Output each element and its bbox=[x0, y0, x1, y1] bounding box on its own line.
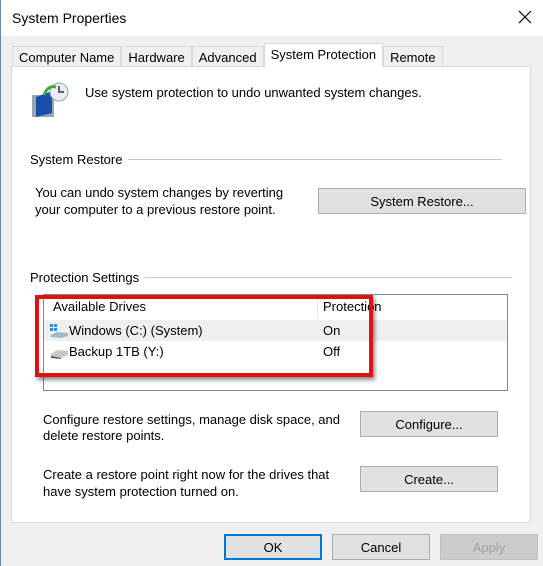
column-divider bbox=[317, 295, 318, 318]
ok-button[interactable]: OK bbox=[224, 534, 322, 560]
system-protection-icon bbox=[32, 82, 69, 117]
tab-panel: Use system protection to undo unwanted s… bbox=[11, 66, 531, 523]
create-desc-2: have system protection turned on. bbox=[43, 484, 239, 499]
tab-computer-name[interactable]: Computer Name bbox=[12, 46, 122, 67]
column-header-drives[interactable]: Available Drives bbox=[53, 299, 146, 314]
create-button[interactable]: Create... bbox=[360, 466, 498, 492]
system-restore-button[interactable]: System Restore... bbox=[318, 188, 526, 214]
tab-bar: Computer Name Hardware Advanced System P… bbox=[12, 43, 443, 67]
drive-icon bbox=[51, 350, 68, 359]
create-desc-1: Create a restore point right now for the… bbox=[43, 467, 330, 482]
drive-row[interactable]: Windows (C:) (System) On bbox=[44, 320, 507, 341]
protection-settings-title: Protection Settings bbox=[30, 270, 146, 285]
apply-button[interactable]: Apply bbox=[440, 534, 538, 560]
title-bar: System Properties bbox=[1, 0, 543, 36]
column-header-protection[interactable]: Protection bbox=[323, 299, 382, 314]
configure-desc-2: delete restore points. bbox=[43, 428, 165, 443]
drive-name: Windows (C:) (System) bbox=[69, 323, 203, 338]
drives-list[interactable]: Available Drives Protection Windows (C:)… bbox=[43, 294, 508, 391]
drive-name: Backup 1TB (Y:) bbox=[69, 344, 164, 359]
cancel-button[interactable]: Cancel bbox=[332, 534, 430, 560]
tab-hardware[interactable]: Hardware bbox=[121, 46, 192, 67]
drive-protection: On bbox=[323, 323, 341, 338]
system-restore-desc-2: your computer to a previous restore poin… bbox=[35, 202, 276, 217]
drive-row[interactable]: Backup 1TB (Y:) Off bbox=[44, 341, 507, 362]
intro-text: Use system protection to undo unwanted s… bbox=[85, 85, 422, 100]
close-icon[interactable] bbox=[516, 8, 534, 26]
tab-remote[interactable]: Remote bbox=[383, 46, 443, 67]
tab-advanced[interactable]: Advanced bbox=[191, 46, 264, 67]
configure-desc-1: Configure restore settings, manage disk … bbox=[43, 412, 341, 427]
configure-button[interactable]: Configure... bbox=[360, 411, 498, 437]
tab-system-protection[interactable]: System Protection bbox=[263, 43, 384, 67]
system-restore-desc-1: You can undo system changes by reverting bbox=[35, 185, 284, 200]
system-restore-title: System Restore bbox=[30, 152, 129, 167]
window-title: System Properties bbox=[12, 10, 127, 26]
drive-protection: Off bbox=[323, 344, 341, 359]
windows-drive-icon bbox=[50, 324, 68, 338]
